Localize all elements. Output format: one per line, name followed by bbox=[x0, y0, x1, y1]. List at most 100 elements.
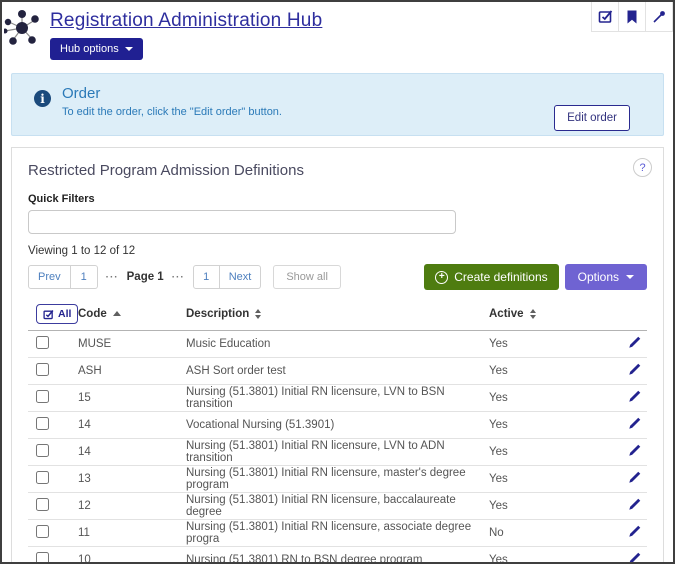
page-title[interactable]: Registration Administration Hub bbox=[50, 10, 322, 32]
row-checkbox[interactable] bbox=[36, 552, 49, 564]
info-icon: i bbox=[34, 90, 51, 107]
row-active: Yes bbox=[489, 358, 601, 385]
row-description: Nursing (51.3801) RN to BSN degree progr… bbox=[186, 547, 489, 564]
edit-row-button[interactable] bbox=[626, 334, 643, 354]
pin-icon[interactable] bbox=[645, 2, 673, 32]
row-description: Nursing (51.3801) Initial RN licensure, … bbox=[186, 466, 489, 493]
prev-page-number-button[interactable]: 1 bbox=[71, 265, 98, 289]
sort-icon bbox=[255, 309, 261, 319]
next-page-number-button[interactable]: 1 bbox=[193, 265, 220, 289]
row-active: Yes bbox=[489, 439, 601, 466]
edit-row-button[interactable] bbox=[626, 469, 643, 489]
order-message: To edit the order, click the "Edit order… bbox=[62, 106, 282, 118]
row-code: 14 bbox=[78, 412, 186, 439]
row-description: Vocational Nursing (51.3901) bbox=[186, 412, 489, 439]
row-description: Nursing (51.3801) Initial RN licensure, … bbox=[186, 385, 489, 412]
edit-row-button[interactable] bbox=[626, 550, 643, 564]
pencil-icon bbox=[628, 498, 641, 511]
row-checkbox[interactable] bbox=[36, 471, 49, 484]
table-row: 14 Nursing (51.3801) Initial RN licensur… bbox=[28, 439, 647, 466]
row-checkbox[interactable] bbox=[36, 525, 49, 538]
row-code: 11 bbox=[78, 520, 186, 547]
select-all-label: All bbox=[58, 308, 71, 320]
approve-icon[interactable] bbox=[591, 2, 619, 32]
row-code: 10 bbox=[78, 547, 186, 564]
row-checkbox[interactable] bbox=[36, 336, 49, 349]
hub-logo-icon bbox=[4, 7, 44, 54]
select-all-button[interactable]: All bbox=[36, 304, 78, 324]
column-header-description[interactable]: Description bbox=[186, 300, 489, 331]
row-code: 15 bbox=[78, 385, 186, 412]
create-definitions-label: Create definitions bbox=[454, 270, 547, 284]
order-title: Order bbox=[62, 85, 100, 102]
row-active: Yes bbox=[489, 385, 601, 412]
current-page-label: Page 1 bbox=[127, 271, 164, 283]
row-checkbox[interactable] bbox=[36, 363, 49, 376]
pencil-icon bbox=[628, 444, 641, 457]
next-button[interactable]: Next bbox=[220, 265, 262, 289]
column-header-code[interactable]: Code bbox=[78, 300, 186, 331]
next-page-group: 1 Next bbox=[193, 265, 262, 289]
row-description: Nursing (51.3801) Initial RN licensure, … bbox=[186, 439, 489, 466]
pencil-icon bbox=[628, 525, 641, 538]
row-active: Yes bbox=[489, 493, 601, 520]
table-row: 10 Nursing (51.3801) RN to BSN degree pr… bbox=[28, 547, 647, 564]
sort-ascending-icon bbox=[113, 311, 121, 316]
prev-page-group: Prev 1 bbox=[28, 265, 98, 289]
pagination-row: Prev 1 ··· Page 1 ··· 1 Next Show all + … bbox=[28, 264, 647, 290]
pencil-icon bbox=[628, 471, 641, 484]
row-checkbox[interactable] bbox=[36, 498, 49, 511]
row-code: 14 bbox=[78, 439, 186, 466]
pencil-icon bbox=[628, 552, 641, 564]
options-label: Options bbox=[578, 270, 619, 284]
check-box-icon bbox=[43, 309, 54, 320]
options-button[interactable]: Options bbox=[565, 264, 647, 290]
action-buttons: + Create definitions Options bbox=[424, 264, 647, 290]
definitions-panel: Restricted Program Admission Definitions… bbox=[11, 147, 664, 564]
edit-row-button[interactable] bbox=[626, 415, 643, 435]
pagination-ellipsis: ··· bbox=[172, 272, 185, 283]
table-row: 12 Nursing (51.3801) Initial RN licensur… bbox=[28, 493, 647, 520]
row-checkbox[interactable] bbox=[36, 390, 49, 403]
description-header-label: Description bbox=[186, 308, 249, 320]
row-code: MUSE bbox=[78, 331, 186, 358]
row-code: 13 bbox=[78, 466, 186, 493]
row-checkbox[interactable] bbox=[36, 417, 49, 430]
row-active: Yes bbox=[489, 412, 601, 439]
hub-options-label: Hub options bbox=[60, 43, 119, 55]
chevron-down-icon bbox=[626, 275, 634, 279]
pencil-icon bbox=[628, 363, 641, 376]
table-row: ASH ASH Sort order test Yes bbox=[28, 358, 647, 385]
column-header-active[interactable]: Active bbox=[489, 300, 601, 331]
pagination-ellipsis: ··· bbox=[106, 272, 119, 283]
edit-row-button[interactable] bbox=[626, 388, 643, 408]
definitions-panel-title: Restricted Program Admission Definitions bbox=[28, 162, 647, 180]
bookmark-icon[interactable] bbox=[618, 2, 646, 32]
help-icon[interactable]: ? bbox=[633, 158, 652, 177]
row-active: Yes bbox=[489, 466, 601, 493]
table-header-row: All Code Description Active bbox=[28, 300, 647, 331]
chevron-down-icon bbox=[125, 47, 133, 51]
edit-row-button[interactable] bbox=[626, 361, 643, 381]
quick-filters-label: Quick Filters bbox=[28, 193, 647, 206]
edit-order-button[interactable]: Edit order bbox=[554, 105, 630, 131]
sort-icon bbox=[530, 309, 536, 319]
plus-circle-icon: + bbox=[435, 271, 448, 284]
quick-filters-input[interactable] bbox=[28, 210, 456, 234]
row-checkbox[interactable] bbox=[36, 444, 49, 457]
row-description: Nursing (51.3801) Initial RN licensure, … bbox=[186, 520, 489, 547]
row-description: Music Education bbox=[186, 331, 489, 358]
edit-row-button[interactable] bbox=[626, 496, 643, 516]
active-header-label: Active bbox=[489, 308, 524, 320]
create-definitions-button[interactable]: + Create definitions bbox=[424, 264, 558, 290]
code-header-label: Code bbox=[78, 308, 107, 320]
prev-button[interactable]: Prev bbox=[28, 265, 71, 289]
order-panel: i Order To edit the order, click the "Ed… bbox=[11, 73, 664, 136]
row-description: ASH Sort order test bbox=[186, 358, 489, 385]
viewing-count-text: Viewing 1 to 12 of 12 bbox=[28, 244, 647, 258]
hub-options-button[interactable]: Hub options bbox=[50, 38, 143, 60]
edit-row-button[interactable] bbox=[626, 523, 643, 543]
edit-row-button[interactable] bbox=[626, 442, 643, 462]
top-toolbar bbox=[592, 2, 673, 32]
show-all-button[interactable]: Show all bbox=[273, 265, 341, 289]
